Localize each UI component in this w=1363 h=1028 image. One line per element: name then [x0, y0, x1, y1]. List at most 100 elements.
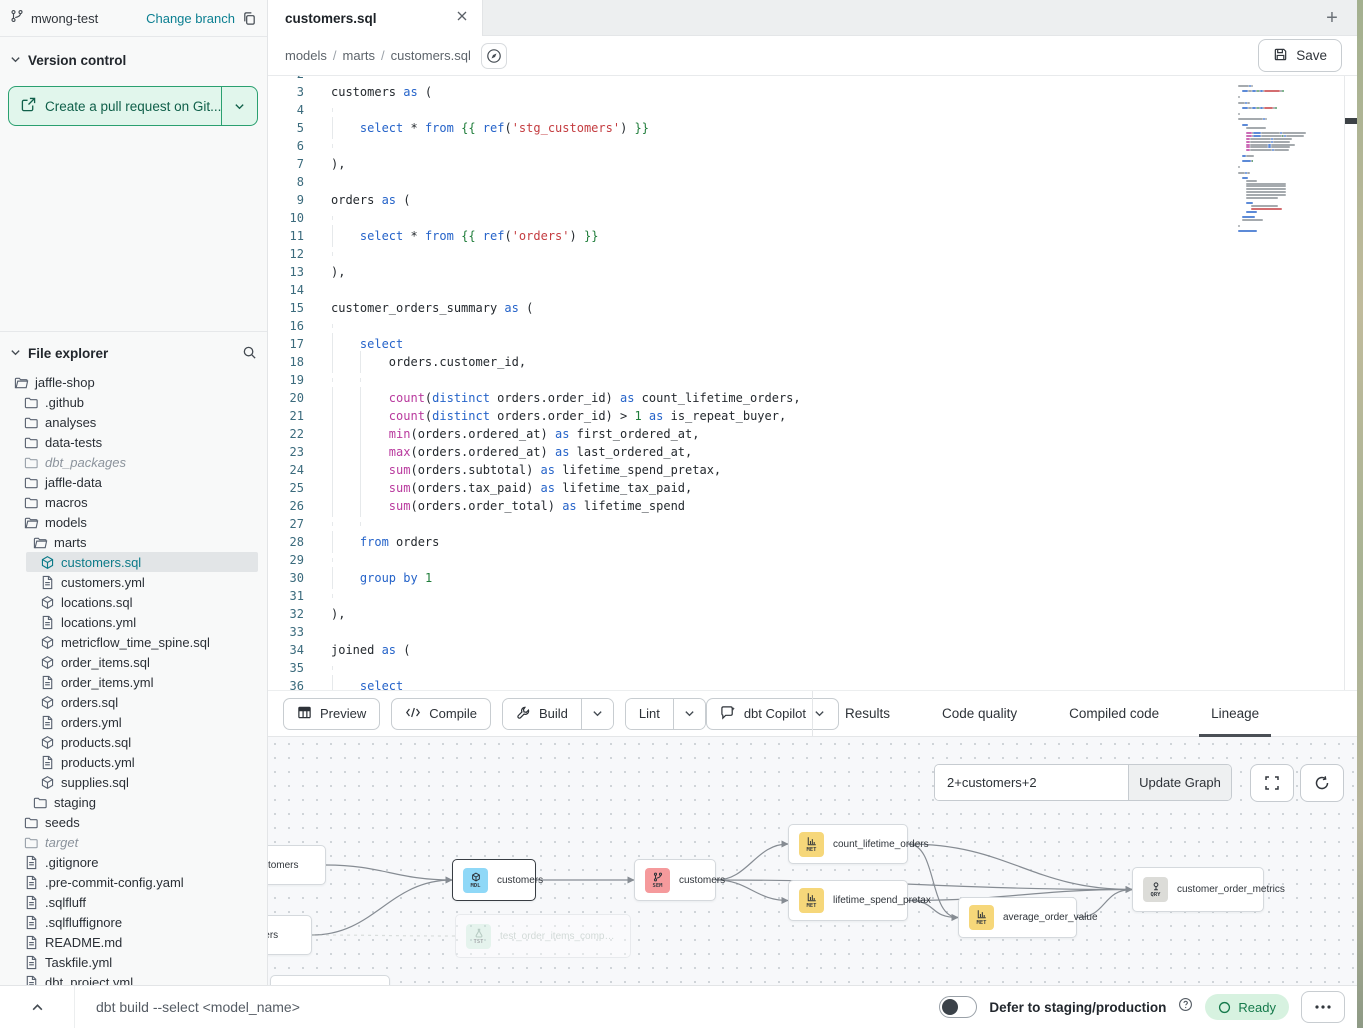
- refresh-icon[interactable]: [1300, 764, 1344, 802]
- file-tree-item-models[interactable]: models: [0, 512, 267, 532]
- lineage-node-orders[interactable]: orders: [268, 915, 312, 955]
- lineage-node-average_order_value[interactable]: METaverage_order_value: [958, 897, 1077, 938]
- compile-button[interactable]: Compile: [391, 698, 491, 730]
- breadcrumb-segment[interactable]: models: [285, 48, 327, 63]
- file-tree-item-dbt-packages[interactable]: dbt_packages: [0, 452, 267, 472]
- code-line-31[interactable]: 31: [268, 587, 1357, 605]
- code-line-15[interactable]: 15customer_orders_summary as (: [268, 299, 1357, 317]
- panel-tab-code-quality[interactable]: Code quality: [942, 691, 1017, 736]
- compass-icon[interactable]: [481, 43, 507, 69]
- lineage-filter-input[interactable]: [935, 765, 1128, 800]
- code-line-20[interactable]: 20 count(distinct orders.order_id) as co…: [268, 389, 1357, 407]
- preview-button[interactable]: Preview: [283, 698, 380, 730]
- new-tab-button[interactable]: +: [1319, 5, 1345, 31]
- code-line-16[interactable]: 16: [268, 317, 1357, 335]
- code-line-33[interactable]: 33: [268, 623, 1357, 641]
- lineage-node-customer_order_metrics[interactable]: QRYcustomer_order_metrics: [1132, 867, 1264, 912]
- file-tree-item-staging[interactable]: staging: [0, 792, 267, 812]
- lineage-node-stg_customers[interactable]: stg_customers: [268, 845, 326, 885]
- file-tree-item-products-yml[interactable]: products.yml: [0, 752, 267, 772]
- code-line-21[interactable]: 21 count(distinct orders.order_id) > 1 a…: [268, 407, 1357, 425]
- breadcrumb-segment[interactable]: customers.sql: [391, 48, 471, 63]
- file-tree-item-order-items-sql[interactable]: order_items.sql: [0, 652, 267, 672]
- code-line-30[interactable]: 30 group by 1: [268, 569, 1357, 587]
- code-line-3[interactable]: 3customers as (: [268, 83, 1357, 101]
- code-line-28[interactable]: 28 from orders: [268, 533, 1357, 551]
- code-line-27[interactable]: 27: [268, 515, 1357, 533]
- defer-toggle[interactable]: [939, 996, 977, 1018]
- file-tree-item--sqlfluffignore[interactable]: .sqlfluffignore: [0, 912, 267, 932]
- code-line-10[interactable]: 10: [268, 209, 1357, 227]
- change-branch-link[interactable]: Change branch: [146, 11, 235, 26]
- file-tree-item-order-items-yml[interactable]: order_items.yml: [0, 672, 267, 692]
- tab-customers-sql[interactable]: customers.sql: [268, 0, 483, 36]
- code-line-29[interactable]: 29: [268, 551, 1357, 569]
- file-tree-item-jaffle-data[interactable]: jaffle-data: [0, 472, 267, 492]
- file-tree-item-readme-md[interactable]: README.md: [0, 932, 267, 952]
- chevron-up-icon[interactable]: [0, 986, 75, 1028]
- file-tree-item-locations-sql[interactable]: locations.sql: [0, 592, 267, 612]
- code-line-11[interactable]: 11 select * from {{ ref('orders') }}: [268, 227, 1357, 245]
- code-line-35[interactable]: 35: [268, 659, 1357, 677]
- file-tree-item-customers-sql[interactable]: customers.sql: [0, 552, 267, 572]
- code-line-5[interactable]: 5 select * from {{ ref('stg_customers') …: [268, 119, 1357, 137]
- file-tree-item-supplies-sql[interactable]: supplies.sql: [0, 772, 267, 792]
- lint-dropdown-caret[interactable]: [673, 699, 705, 729]
- lineage-panel[interactable]: stg_customersorders MDLcustomers TSTtest_o…: [268, 737, 1357, 985]
- code-line-17[interactable]: 17 select: [268, 335, 1357, 353]
- file-tree-item-marts[interactable]: marts: [0, 532, 267, 552]
- command-input[interactable]: [75, 986, 939, 1028]
- panel-tab-lineage[interactable]: Lineage: [1211, 691, 1259, 736]
- code-line-8[interactable]: 8: [268, 173, 1357, 191]
- file-tree-item-orders-yml[interactable]: orders.yml: [0, 712, 267, 732]
- code-editor[interactable]: 23customers as (45 select * from {{ ref(…: [268, 76, 1357, 690]
- close-icon[interactable]: [456, 9, 468, 27]
- lineage-node-customers_mdl[interactable]: MDLcustomers: [452, 859, 536, 901]
- breadcrumb-segment[interactable]: marts: [343, 48, 376, 63]
- help-icon[interactable]: [1178, 997, 1193, 1017]
- code-line-6[interactable]: 6: [268, 137, 1357, 155]
- code-line-36[interactable]: 36 select: [268, 677, 1357, 690]
- code-line-25[interactable]: 25 sum(orders.tax_paid) as lifetime_tax_…: [268, 479, 1357, 497]
- file-explorer-header[interactable]: File explorer: [0, 331, 267, 367]
- code-line-18[interactable]: 18 orders.customer_id,: [268, 353, 1357, 371]
- pr-button-dropdown-caret[interactable]: [221, 87, 257, 125]
- save-button[interactable]: Save: [1258, 39, 1342, 72]
- code-line-4[interactable]: 4: [268, 101, 1357, 119]
- code-line-13[interactable]: 13),: [268, 263, 1357, 281]
- editor-scrollbar[interactable]: [1344, 76, 1357, 690]
- update-graph-button[interactable]: Update Graph: [1128, 765, 1231, 800]
- file-tree-item--github[interactable]: .github: [0, 392, 267, 412]
- lineage-node-count_lifetime_orders[interactable]: METcount_lifetime_orders: [788, 824, 908, 864]
- file-tree-item-macros[interactable]: macros: [0, 492, 267, 512]
- file-tree-item--gitignore[interactable]: .gitignore: [0, 852, 267, 872]
- file-tree-item-data-tests[interactable]: data-tests: [0, 432, 267, 452]
- build-button[interactable]: Build: [503, 699, 581, 729]
- file-tree-item-products-sql[interactable]: products.sql: [0, 732, 267, 752]
- file-tree-item-dbt-project-yml[interactable]: dbt_project.yml: [0, 972, 267, 985]
- file-tree-item-analyses[interactable]: analyses: [0, 412, 267, 432]
- build-dropdown-caret[interactable]: [581, 699, 613, 729]
- more-options-button[interactable]: [1301, 991, 1345, 1023]
- code-line-9[interactable]: 9orders as (: [268, 191, 1357, 209]
- editor-minimap[interactable]: [1234, 78, 1344, 233]
- lineage-node-tst_ghost[interactable]: TSTtest_order_items_compute_to_bools...: [455, 914, 631, 958]
- file-tree-item--sqlfluff[interactable]: .sqlfluff: [0, 892, 267, 912]
- version-control-header[interactable]: Version control: [0, 46, 267, 74]
- search-icon[interactable]: [242, 345, 257, 363]
- code-line-12[interactable]: 12: [268, 245, 1357, 263]
- code-line-14[interactable]: 14: [268, 281, 1357, 299]
- scrollbar-thumb[interactable]: [1345, 118, 1357, 124]
- file-tree-item-taskfile-yml[interactable]: Taskfile.yml: [0, 952, 267, 972]
- copy-icon[interactable]: [242, 11, 257, 26]
- file-tree-item-orders-sql[interactable]: orders.sql: [0, 692, 267, 712]
- file-tree-item-customers-yml[interactable]: customers.yml: [0, 572, 267, 592]
- lineage-node-partial_node[interactable]: [270, 975, 390, 985]
- file-tree-item-jaffle-shop[interactable]: jaffle-shop: [0, 372, 267, 392]
- create-pull-request-button[interactable]: Create a pull request on Git...: [8, 86, 258, 126]
- file-tree-item-metricflow-time-spine-sql[interactable]: metricflow_time_spine.sql: [0, 632, 267, 652]
- code-line-7[interactable]: 7),: [268, 155, 1357, 173]
- code-line-34[interactable]: 34joined as (: [268, 641, 1357, 659]
- code-line-22[interactable]: 22 min(orders.ordered_at) as first_order…: [268, 425, 1357, 443]
- code-line-19[interactable]: 19: [268, 371, 1357, 389]
